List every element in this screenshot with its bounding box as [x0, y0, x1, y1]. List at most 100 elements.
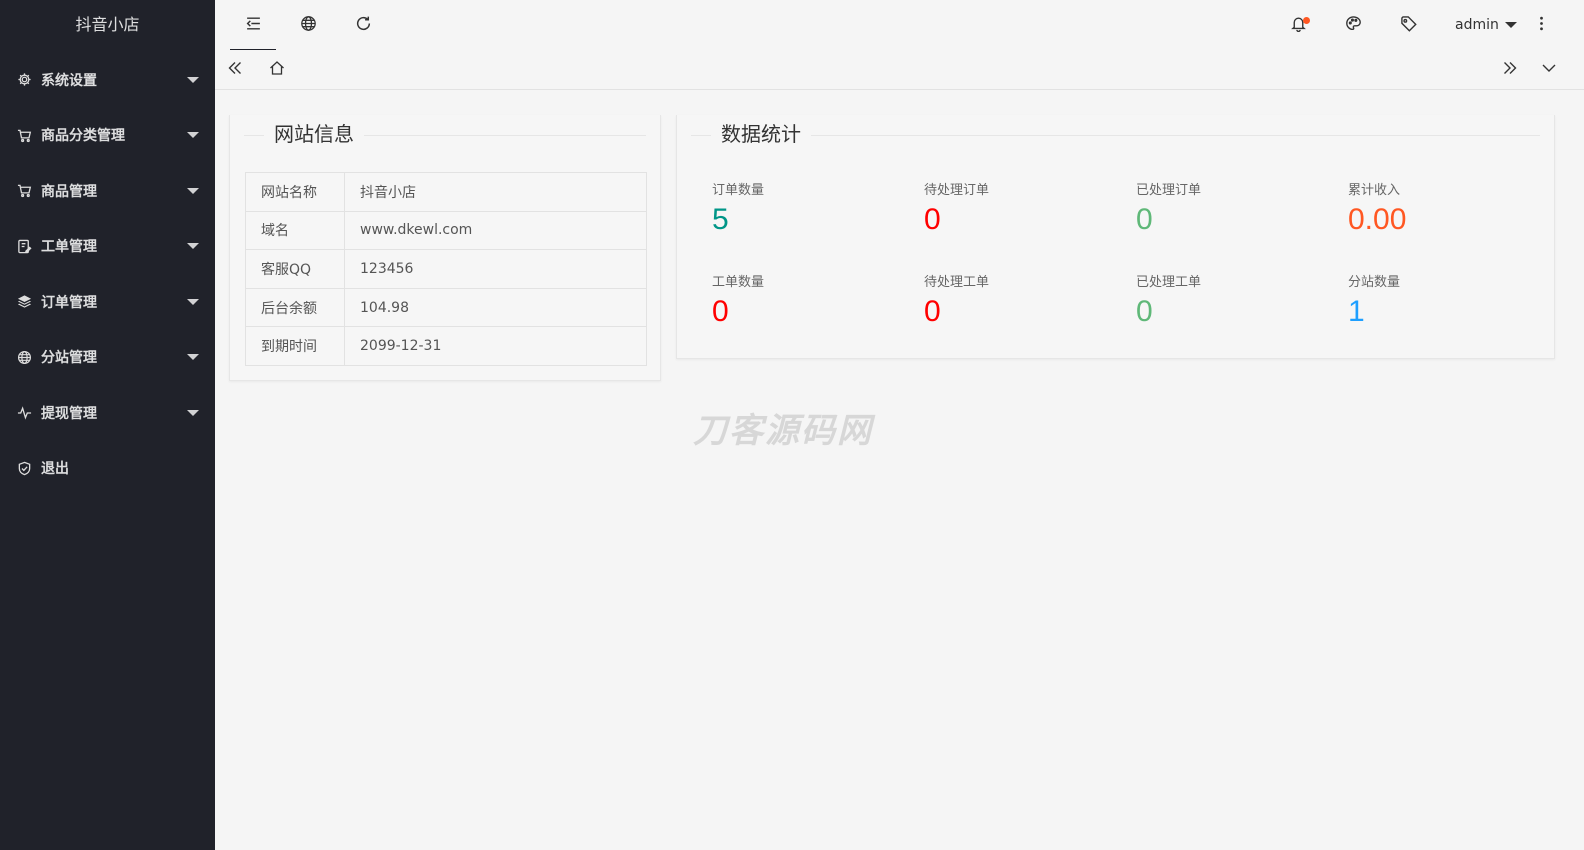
sidebar-item-label: 提现管理 [41, 405, 97, 422]
globe-icon [16, 349, 32, 365]
stat-value: 0 [712, 295, 729, 328]
stat-label: 已处理订单 [1136, 183, 1202, 198]
notification-badge-dot [1303, 17, 1310, 24]
sidebar-menu: 系统设置 商品分类管理 商品管理 工单管理 订单管理 分站管理 提现管理 退出 [0, 52, 215, 496]
site-info-table: 网站名称 抖音小店 域名 www.dkewl.com 客服QQ 123456 后… [245, 172, 647, 366]
watermark: 刀客源码网 [693, 411, 873, 451]
info-value: 123456 [344, 249, 647, 289]
stat-label: 已处理工单 [1136, 275, 1202, 290]
more-vertical-icon [1533, 15, 1550, 36]
menu-collapse-icon [245, 15, 262, 36]
stat-label: 累计收入 [1348, 183, 1401, 198]
double-chevron-left-icon [227, 60, 243, 80]
stat-value: 0 [924, 295, 941, 328]
double-chevron-right-icon [1502, 60, 1518, 80]
home-icon [269, 60, 285, 80]
sidebar-item-label: 订单管理 [41, 294, 97, 311]
layers-icon [16, 294, 32, 310]
stat-label: 订单数量 [712, 183, 765, 198]
stat-ticket-count: 工单数量 0 [712, 275, 912, 330]
pulse-icon [16, 405, 32, 421]
cart-icon [16, 127, 32, 143]
caret-down-icon [187, 409, 199, 416]
sidebar-item-product-management[interactable]: 商品管理 [0, 163, 215, 219]
table-row: 域名 www.dkewl.com [245, 210, 647, 251]
stat-label: 工单数量 [712, 275, 765, 290]
site-info-card: 网站信息 网站名称 抖音小店 域名 www.dkewl.com 客服QQ 123… [229, 115, 661, 381]
website-button[interactable] [285, 0, 331, 50]
caret-down-icon [187, 76, 199, 83]
ticket-icon [16, 238, 32, 254]
stat-pending-orders: 待处理订单 0 [924, 183, 1124, 238]
table-row: 客服QQ 123456 [245, 249, 647, 289]
table-row: 后台余额 104.98 [245, 287, 647, 328]
stat-value: 1 [1348, 295, 1365, 328]
info-value: 104.98 [344, 287, 647, 328]
tag-icon [1400, 15, 1417, 36]
stat-label: 待处理订单 [924, 183, 990, 198]
sidebar-item-order-management[interactable]: 订单管理 [0, 274, 215, 330]
chevron-down-icon [1541, 60, 1557, 80]
tag-button[interactable] [1385, 0, 1431, 50]
top-header: admin [215, 0, 1584, 51]
cart-icon [16, 183, 32, 199]
theme-button[interactable] [1330, 0, 1376, 50]
caret-down-icon [187, 132, 199, 139]
stats-header: 数据统计 [691, 115, 1540, 155]
info-key: 后台余额 [245, 287, 345, 328]
stat-substation-count: 分站数量 1 [1348, 275, 1548, 330]
sidebar-item-label: 退出 [41, 461, 69, 478]
sidebar-item-ticket-management[interactable]: 工单管理 [0, 219, 215, 275]
sidebar-item-system-settings[interactable]: 系统设置 [0, 52, 215, 108]
stat-total-income: 累计收入 0.00 [1348, 183, 1548, 238]
caret-down-icon [187, 187, 199, 194]
caret-down-icon [187, 243, 199, 250]
stat-processed-tickets: 已处理工单 0 [1136, 275, 1336, 330]
tab-options-button[interactable] [1529, 50, 1569, 89]
username-label: admin [1455, 17, 1499, 33]
notification-button[interactable] [1275, 0, 1321, 50]
caret-down-icon [187, 354, 199, 361]
sidebar-item-substation-management[interactable]: 分站管理 [0, 330, 215, 386]
user-menu[interactable]: admin [1455, 0, 1517, 50]
stat-label: 待处理工单 [924, 275, 990, 290]
caret-down-icon [1504, 22, 1517, 28]
sidebar-item-label: 分站管理 [41, 350, 97, 367]
refresh-icon [355, 15, 372, 36]
sidebar-item-label: 商品管理 [41, 183, 97, 200]
sidebar-item-category-management[interactable]: 商品分类管理 [0, 108, 215, 164]
stats-card: 数据统计 订单数量 5 待处理订单 0 已处理订单 0 累计收入 0.00 工单… [676, 115, 1555, 359]
stat-processed-orders: 已处理订单 0 [1136, 183, 1336, 238]
stat-value: 5 [712, 203, 729, 236]
site-info-header: 网站信息 [244, 115, 646, 155]
stat-value: 0 [1136, 203, 1153, 236]
stat-order-count: 订单数量 5 [712, 183, 912, 238]
sidebar-item-label: 商品分类管理 [41, 128, 125, 145]
info-key: 到期时间 [245, 326, 345, 366]
sidebar-item-label: 工单管理 [41, 239, 97, 256]
tab-scroll-left-button[interactable] [215, 50, 255, 89]
info-key: 网站名称 [245, 172, 345, 212]
stat-pending-tickets: 待处理工单 0 [924, 275, 1124, 330]
gear-icon [16, 72, 32, 88]
app-logo-title: 抖音小店 [75, 15, 140, 34]
more-button[interactable] [1518, 0, 1564, 50]
palette-icon [1345, 15, 1362, 36]
stat-label: 分站数量 [1348, 275, 1401, 290]
tab-home[interactable] [257, 50, 297, 89]
sidebar-item-label: 系统设置 [41, 72, 97, 89]
stat-value: 0 [924, 203, 941, 236]
sidebar-item-withdraw-management[interactable]: 提现管理 [0, 385, 215, 441]
table-row: 到期时间 2099-12-31 [245, 326, 647, 366]
stats-title: 数据统计 [711, 119, 811, 149]
refresh-button[interactable] [340, 0, 386, 50]
caret-down-icon [187, 298, 199, 305]
stat-value: 0 [1136, 295, 1153, 328]
shield-check-icon [16, 460, 32, 476]
menu-collapse-button[interactable] [230, 0, 276, 51]
globe-icon [300, 15, 317, 36]
sidebar-item-logout[interactable]: 退出 [0, 441, 215, 497]
site-info-title: 网站信息 [264, 119, 364, 149]
tab-scroll-right-button[interactable] [1490, 50, 1530, 89]
sidebar: 抖音小店 系统设置 商品分类管理 商品管理 工单管理 订单管理 分站管理 提现管… [0, 0, 215, 850]
